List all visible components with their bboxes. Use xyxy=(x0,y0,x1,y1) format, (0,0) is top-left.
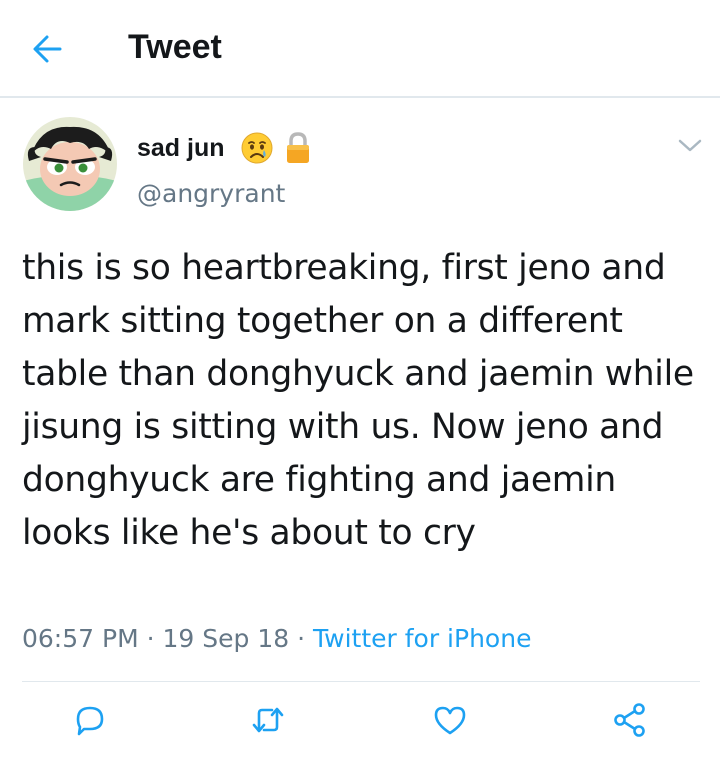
crying-face-emoji-icon xyxy=(241,132,273,164)
meta-separator: · xyxy=(146,624,155,653)
tweet-text: this is so heartbreaking, first jeno and… xyxy=(22,248,694,553)
tweet-time: 06:57 PM xyxy=(22,624,139,653)
tweet-date: 19 Sep 18 xyxy=(162,624,290,653)
tweet-meta: 06:57 PM · 19 Sep 18 · Twitter for iPhon… xyxy=(22,624,531,653)
lock-icon xyxy=(287,132,309,163)
page-title: Tweet xyxy=(128,28,222,66)
meta-separator: · xyxy=(297,624,306,653)
like-icon[interactable] xyxy=(430,700,470,740)
author-display-name[interactable]: sad jun xyxy=(137,134,225,163)
divider xyxy=(22,681,700,682)
avatar[interactable] xyxy=(23,117,117,211)
share-icon[interactable] xyxy=(610,700,650,740)
arrow-left-icon[interactable] xyxy=(30,32,64,66)
chevron-down-icon[interactable] xyxy=(676,137,704,155)
author-handle[interactable]: @angryrant xyxy=(137,179,285,208)
retweet-icon[interactable] xyxy=(248,700,288,740)
top-bar: Tweet xyxy=(0,0,720,98)
reply-icon[interactable] xyxy=(70,700,110,740)
tweet-source-link[interactable]: Twitter for iPhone xyxy=(313,624,531,653)
